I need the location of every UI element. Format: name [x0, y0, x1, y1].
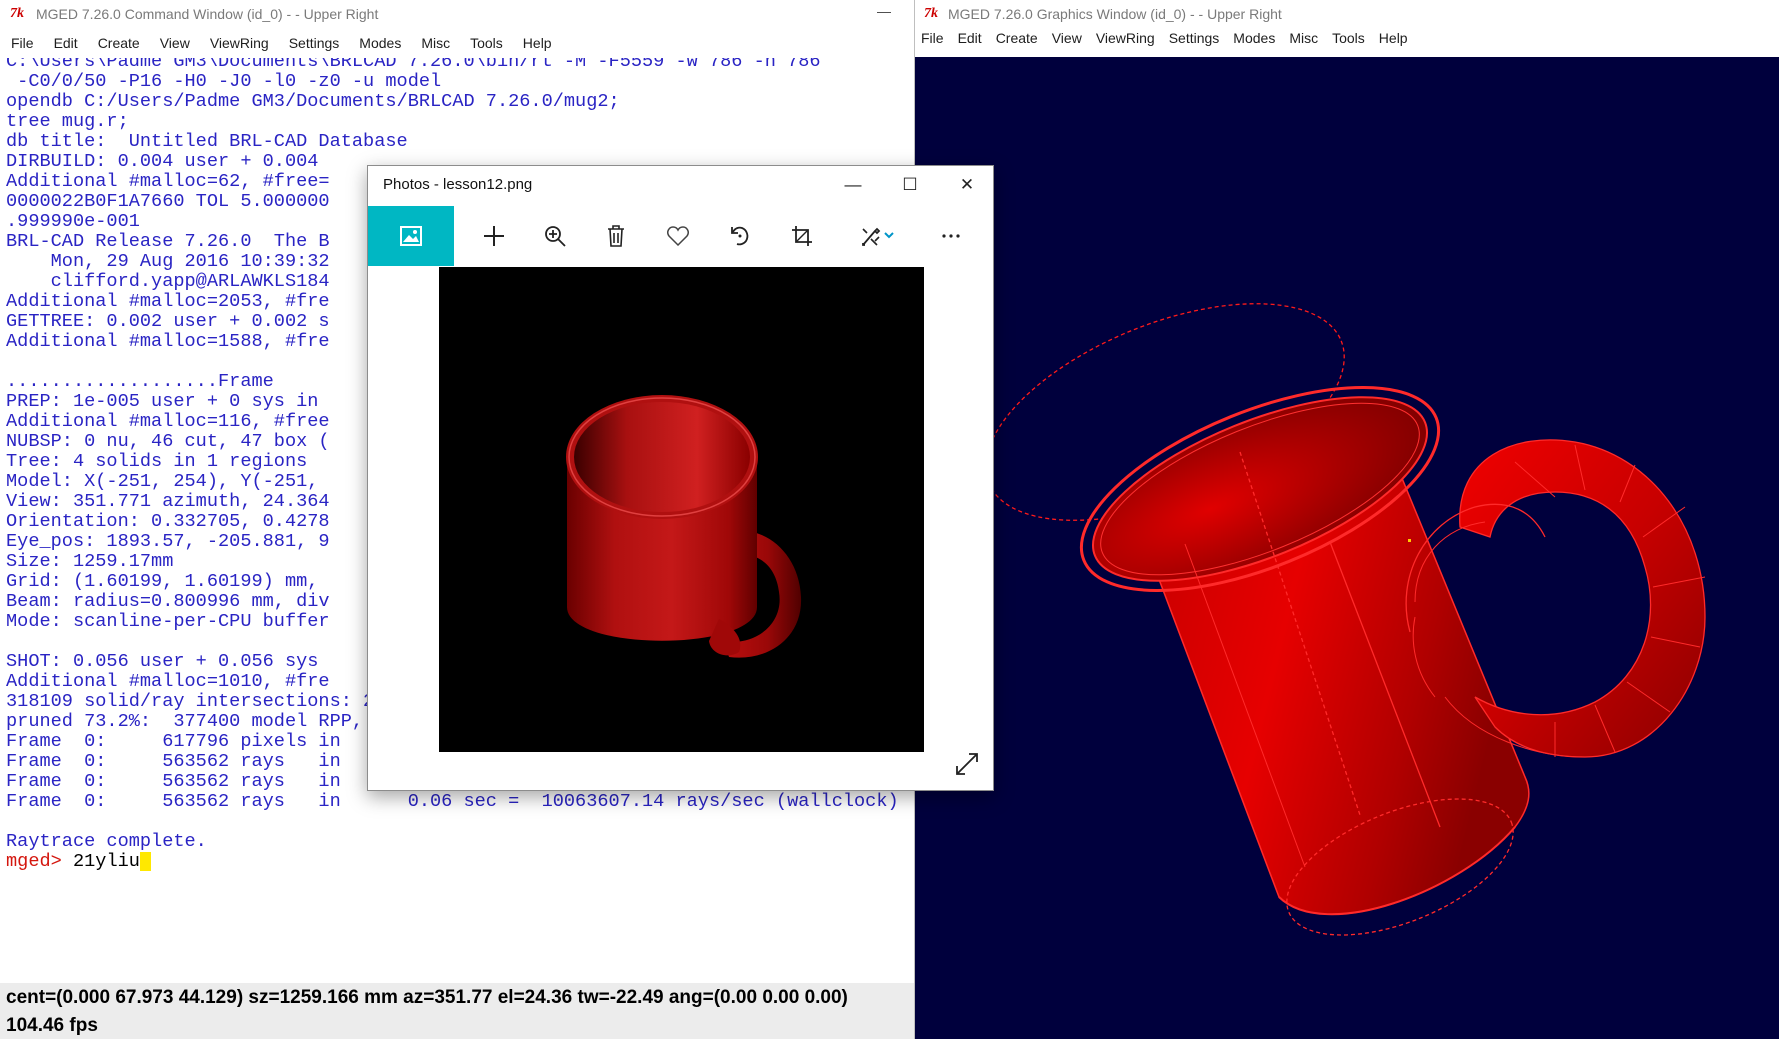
console-line: Additional #malloc=1010, #fre	[6, 671, 330, 692]
menu-help[interactable]: Help	[1374, 30, 1417, 46]
menu-edit[interactable]: Edit	[953, 30, 991, 46]
favorite-icon[interactable]	[648, 206, 708, 266]
graphics-menubar: File Edit Create View ViewRing Settings Modes M…	[915, 30, 1779, 54]
console-line: SHOT: 0.056 user + 0.056 sys	[6, 651, 319, 672]
menu-create[interactable]: Create	[87, 35, 149, 51]
menu-misc[interactable]: Misc	[410, 35, 459, 51]
photos-toolbar	[368, 206, 993, 266]
menu-help[interactable]: Help	[512, 35, 561, 51]
console-line: Mon, 29 Aug 2016 10:39:32	[6, 251, 330, 272]
mug-wireframe	[985, 303, 1706, 936]
console-line: Additional #malloc=62, #free=	[6, 171, 330, 192]
minimize-icon[interactable]: —	[874, 3, 894, 23]
menu-edit[interactable]: Edit	[43, 35, 87, 51]
menu-viewring[interactable]: ViewRing	[1091, 30, 1164, 46]
menu-create[interactable]: Create	[991, 30, 1047, 46]
console-line: Tree: 4 solids in 1 regions	[6, 451, 308, 472]
console-line: ...................Frame	[6, 371, 274, 392]
menu-settings[interactable]: Settings	[278, 35, 349, 51]
console-line: Additional #malloc=116, #free	[6, 411, 330, 432]
maximize-button[interactable]: ☐	[895, 172, 925, 198]
console-line: clifford.yapp@ARLAWKLS184	[6, 271, 330, 292]
tk-app-icon: 7k	[10, 6, 24, 21]
console-line: Mode: scanline-per-CPU buffer	[6, 611, 330, 632]
command-window-titlebar[interactable]: 7k MGED 7.26.0 Command Window (id_0) - -…	[0, 0, 914, 30]
menu-tools[interactable]: Tools	[1327, 30, 1374, 46]
command-prompt-line[interactable]: mged> 21yliu	[6, 851, 151, 873]
console-line: Orientation: 0.332705, 0.4278	[6, 511, 330, 532]
graphics-window-title: MGED 7.26.0 Graphics Window (id_0) - - U…	[948, 6, 1282, 22]
menu-view[interactable]: View	[149, 35, 199, 51]
console-line: Eye_pos: 1893.57, -205.881, 9	[6, 531, 330, 552]
rotate-icon[interactable]	[710, 206, 770, 266]
console-line: tree mug.r;	[6, 111, 129, 132]
console-line: Size: 1259.17mm	[6, 551, 174, 572]
menu-view[interactable]: View	[1047, 30, 1091, 46]
close-button[interactable]: ✕	[952, 172, 982, 198]
console-line: opendb C:/Users/Padme GM3/Documents/BRLC…	[6, 91, 620, 112]
console-line: .999990e-001	[6, 211, 140, 232]
minimize-button[interactable]: —	[838, 172, 868, 198]
console-line: Beam: radius=0.800996 mm, div	[6, 591, 330, 612]
menu-viewring[interactable]: ViewRing	[199, 35, 278, 51]
view-status-text: cent=(0.000 67.973 44.129) sz=1259.166 m…	[6, 987, 848, 1008]
console-line: Additional #malloc=2053, #fre	[6, 291, 330, 312]
command-input[interactable]: 21yliu	[73, 851, 140, 872]
photos-title: Photos - lesson12.png	[383, 176, 533, 193]
more-icon[interactable]	[921, 206, 981, 266]
console-line: -C0/0/50 -P16 -H0 -J0 -l0 -z0 -u model	[6, 71, 442, 92]
console-line: PREP: 1e-005 user + 0 sys in	[6, 391, 319, 412]
command-window-title: MGED 7.26.0 Command Window (id_0) - - Up…	[36, 6, 379, 22]
console-line: NUBSP: 0 nu, 46 cut, 47 box (	[6, 431, 330, 452]
console-line: Additional #malloc=1588, #fre	[6, 331, 330, 352]
menu-tools[interactable]: Tools	[459, 35, 512, 51]
photos-window: Photos - lesson12.png — ☐ ✕	[367, 165, 994, 791]
menu-file[interactable]: File	[915, 30, 953, 46]
status-bar: cent=(0.000 67.973 44.129) sz=1259.166 m…	[0, 983, 914, 1039]
image-icon[interactable]	[368, 206, 454, 266]
tk-app-icon: 7k	[924, 6, 938, 21]
edit-icon[interactable]	[848, 206, 908, 266]
menu-misc[interactable]: Misc	[1284, 30, 1327, 46]
console-line: BRL-CAD Release 7.26.0 The B	[6, 231, 330, 252]
add-icon[interactable]	[464, 206, 524, 266]
console-line: Model: X(-251, 254), Y(-251,	[6, 471, 319, 492]
fps-readout: 104.46 fps	[6, 1015, 98, 1036]
console-line: 0000022B0F1A7660 TOL 5.000000	[6, 191, 330, 212]
crop-icon[interactable]	[772, 206, 832, 266]
console-line: db title: Untitled BRL-CAD Database	[6, 131, 408, 152]
console-line: Grid: (1.60199, 1.60199) mm,	[6, 571, 319, 592]
command-menubar: File Edit Create View ViewRing Settings Modes M…	[0, 35, 914, 59]
console-line: Raytrace complete.	[6, 831, 207, 852]
graphics-window-titlebar[interactable]: 7k MGED 7.26.0 Graphics Window (id_0) - …	[915, 0, 1779, 30]
menu-modes[interactable]: Modes	[348, 35, 410, 51]
menu-file[interactable]: File	[0, 35, 43, 51]
menu-modes[interactable]: Modes	[1228, 30, 1284, 46]
graphics-window: 7k MGED 7.26.0 Graphics Window (id_0) - …	[915, 0, 1779, 1039]
console-line: Frame 0: 563562 rays in 0.06 sec = 10063…	[6, 791, 899, 812]
console-line: GETTREE: 0.002 user + 0.002 s	[6, 311, 330, 332]
console-line: DIRBUILD: 0.004 user + 0.004	[6, 151, 319, 172]
prompt-label: mged>	[6, 851, 62, 872]
console-line: View: 351.771 azimuth, 24.364	[6, 491, 330, 512]
zoom-icon[interactable]	[525, 206, 585, 266]
text-cursor	[139, 851, 151, 871]
delete-icon[interactable]	[586, 206, 646, 266]
photo-image-render	[439, 267, 924, 752]
expand-icon[interactable]	[953, 750, 981, 778]
menu-settings[interactable]: Settings	[1164, 30, 1229, 46]
3d-viewport[interactable]	[915, 57, 1779, 1039]
